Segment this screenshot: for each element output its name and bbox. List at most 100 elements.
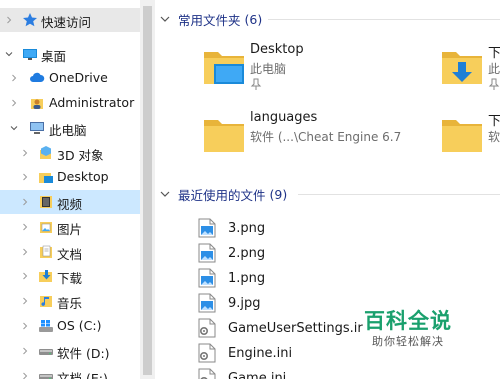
chevron-down-icon[interactable]: [158, 12, 172, 26]
recent-file-name: Engine.ini: [228, 345, 293, 361]
chevron-right-icon[interactable]: [20, 148, 30, 158]
folder-tile-downloads[interactable]: 下载 此电: [438, 42, 500, 102]
nav-item[interactable]: 此电脑: [0, 116, 140, 140]
nav-item[interactable]: 桌面: [0, 42, 140, 66]
frequent-folders-count: (6): [244, 11, 263, 27]
chevron-right-icon[interactable]: [20, 197, 30, 207]
settings-file-icon: [198, 318, 216, 338]
nav-item-label: 音乐: [57, 296, 83, 311]
music-folder-icon: [38, 293, 54, 309]
recent-files-title: 最近使用的文件: [178, 187, 266, 203]
nav-item[interactable]: 文档: [0, 240, 140, 264]
pictures-folder-icon: [38, 219, 54, 235]
chevron-right-icon[interactable]: [20, 222, 30, 232]
folder-tile-languages[interactable]: languages 软件 (...\Cheat Engine 6.7: [200, 110, 402, 170]
nav-item-label: 软件 (D:): [57, 346, 110, 361]
nav-item-label: 文档 (E:): [57, 371, 108, 379]
nav-item-label: 视频: [57, 197, 83, 212]
nav-item-label: 3D 对象: [57, 148, 104, 163]
nav-item[interactable]: 软件 (D:): [0, 339, 140, 363]
drive-icon: [38, 343, 54, 359]
chevron-down-icon[interactable]: [9, 123, 19, 133]
recent-file-name: GameUserSettings.ir: [228, 320, 363, 336]
frequent-folders-header[interactable]: 常用文件夹 (6): [158, 9, 262, 29]
nav-item[interactable]: 图片: [0, 215, 140, 239]
nav-item-label: 图片: [57, 222, 83, 237]
chevron-right-icon[interactable]: [20, 296, 30, 306]
watermark-subtitle: 助你轻松解决: [372, 335, 444, 348]
settings-file-icon: [198, 343, 216, 363]
chevron-right-icon[interactable]: [9, 73, 19, 83]
chevron-right-icon[interactable]: [20, 321, 30, 331]
chevron-right-icon[interactable]: [9, 98, 19, 108]
chevron-right-icon[interactable]: [20, 346, 30, 356]
tile-location: 软件: [488, 130, 500, 144]
recent-file-item[interactable]: 2.png: [198, 241, 498, 265]
chevron-down-icon[interactable]: [4, 49, 14, 59]
folder-tile-desktop[interactable]: Desktop 此电脑: [200, 42, 400, 102]
content-pane: 常用文件夹 (6) Desktop 此电脑 下载 此电: [158, 0, 500, 379]
video-folder-icon: [38, 194, 54, 210]
windows-drive-icon: [38, 318, 54, 334]
3d-objects-icon: [38, 145, 54, 161]
nav-item-label: 快速访问: [41, 15, 92, 30]
recent-file-name: 1.png: [228, 270, 266, 286]
folder-icon: [438, 110, 486, 158]
settings-file-icon: [198, 368, 216, 379]
nav-item[interactable]: 下载: [0, 264, 140, 288]
scrollbar-thumb[interactable]: [143, 6, 152, 375]
documents-folder-icon: [38, 244, 54, 260]
chevron-right-icon[interactable]: [4, 15, 14, 25]
navigation-scrollbar[interactable]: [140, 0, 155, 379]
desktop-icon: [22, 46, 38, 62]
recent-files-count: (9): [269, 186, 288, 202]
tile-name: 下载: [488, 114, 500, 129]
chevron-right-icon[interactable]: [20, 172, 30, 182]
chevron-right-icon[interactable]: [20, 247, 30, 257]
recent-file-name: 2.png: [228, 245, 266, 261]
nav-item-label: 文档: [57, 247, 83, 262]
downloads-folder-icon: [438, 42, 486, 90]
nav-item[interactable]: Administrator: [0, 91, 140, 115]
tile-name: Desktop: [250, 42, 304, 57]
nav-item[interactable]: 快速访问: [0, 8, 140, 32]
drive-icon: [38, 368, 54, 379]
tile-location: 此电: [488, 62, 500, 76]
nav-item[interactable]: 视频: [0, 190, 140, 214]
recent-file-name: Game.ini: [228, 370, 287, 379]
navigation-pane: 快速访问桌面 OneDrive Administrator 此电脑 3D 对象 Deskt…: [0, 0, 155, 379]
desktop-folder-icon: [200, 42, 248, 90]
chevron-down-icon[interactable]: [158, 187, 172, 201]
nav-item-label: OS (C:): [57, 318, 102, 333]
section-divider: [268, 19, 500, 20]
image-file-icon: [198, 218, 216, 238]
section-divider: [298, 194, 500, 195]
nav-item[interactable]: 3D 对象: [0, 141, 140, 165]
recent-file-item[interactable]: Game.ini: [198, 366, 498, 379]
chevron-right-icon[interactable]: [20, 271, 30, 281]
recent-file-item[interactable]: 1.png: [198, 266, 498, 290]
tile-location: 软件 (...\Cheat Engine 6.7: [250, 130, 402, 144]
user-folder-icon: [29, 95, 45, 111]
computer-icon: [29, 120, 45, 136]
nav-item-label: 此电脑: [49, 123, 87, 138]
frequent-folders-title: 常用文件夹: [178, 12, 241, 28]
downloads-folder-icon: [38, 268, 54, 284]
nav-item-label: 下载: [57, 271, 83, 286]
folder-tile-downloads-2[interactable]: 下载 软件: [438, 110, 500, 170]
recent-file-item[interactable]: 3.png: [198, 216, 498, 240]
image-file-icon: [198, 293, 216, 313]
nav-item[interactable]: OS (C:): [0, 314, 140, 338]
nav-item[interactable]: OneDrive: [0, 66, 140, 90]
folder-icon: [200, 110, 248, 158]
image-file-icon: [198, 243, 216, 263]
recent-file-name: 3.png: [228, 220, 266, 236]
nav-item[interactable]: Desktop: [0, 165, 140, 189]
recent-file-name: 9.jpg: [228, 295, 261, 311]
nav-item[interactable]: 音乐: [0, 289, 140, 313]
recent-files-header[interactable]: 最近使用的文件 (9): [158, 184, 287, 204]
pin-icon: [488, 78, 500, 90]
cloud-icon: [29, 70, 45, 86]
nav-item[interactable]: 文档 (E:): [0, 364, 140, 379]
chevron-right-icon[interactable]: [20, 371, 30, 379]
